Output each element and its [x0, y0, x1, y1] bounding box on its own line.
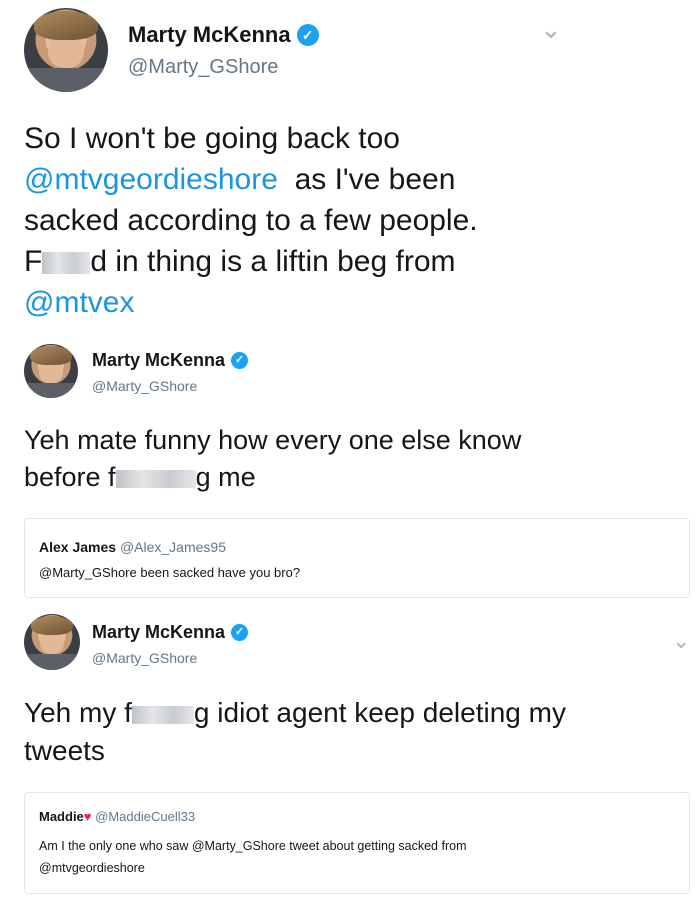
quoted-handle: @Alex_James95 — [119, 539, 226, 555]
author-name[interactable]: Marty McKenna — [92, 350, 225, 371]
tweet-line-part: Yeh my f — [24, 697, 132, 728]
censored-word — [131, 705, 194, 724]
quoted-line: @mtvgeordieshore — [39, 861, 145, 875]
chevron-down-icon[interactable]: ⌄ — [540, 14, 562, 45]
tweet-1: Marty McKenna ✓ @Marty_GShore ⌄ So I won… — [0, 0, 700, 340]
quoted-text: Am I the only one who saw @Marty_GShore … — [39, 835, 466, 879]
verified-icon: ✓ — [231, 624, 249, 641]
tweet-line: Yeh my f g idiot agent keep deleting my — [24, 694, 566, 732]
author-handle[interactable]: @Marty_GShore — [92, 378, 197, 394]
tweet-3: Marty McKenna ✓ @Marty_GShore ⌄ Yeh my f… — [0, 610, 700, 790]
heart-icon: ♥ — [83, 809, 92, 824]
tweet-2: Marty McKenna ✓ @Marty_GShore Yeh mate f… — [0, 336, 700, 516]
author-handle[interactable]: @Marty_GShore — [92, 650, 197, 666]
censored-word — [42, 252, 91, 275]
tweet-line-rest: as I've been — [294, 163, 456, 196]
tweet-line-part: before f — [24, 462, 116, 492]
tweet-text: Yeh my f g idiot agent keep deleting my t… — [24, 694, 566, 770]
quoted-handle: @MaddieCuell33 — [95, 809, 196, 824]
quoted-tweet[interactable]: Maddie♥ @MaddieCuell33 Am I the only one… — [24, 792, 690, 894]
avatar[interactable] — [24, 614, 80, 670]
quoted-author: Alex James @Alex_James95 — [39, 539, 226, 555]
verified-icon: ✓ — [296, 24, 319, 46]
author-name[interactable]: Marty McKenna — [128, 22, 291, 48]
quoted-line: Am I the only one who saw @Marty_GShore … — [39, 839, 467, 853]
tweet-line: Yeh mate funny how every one else know — [24, 425, 522, 455]
avatar[interactable] — [24, 344, 78, 398]
tweet-text: So I won't be going back too @mtvgeordie… — [24, 118, 478, 323]
tweet-line: before f g me — [24, 459, 521, 496]
censored-word — [115, 469, 196, 488]
quoted-tweet[interactable]: Alex James @Alex_James95 @Marty_GShore b… — [24, 518, 690, 598]
tweet-line: @mtvex — [24, 282, 478, 323]
tweet-line-part: g me — [195, 462, 256, 492]
avatar[interactable] — [24, 8, 108, 92]
author-name[interactable]: Marty McKenna — [92, 622, 225, 643]
mention-link[interactable]: @mtvex — [24, 286, 134, 319]
tweet-line: tweets — [24, 735, 105, 766]
tweet-line-part: d in thing is a liftin beg from — [90, 245, 456, 278]
tweet-line: sacked according to a few people. — [24, 204, 478, 237]
tweet-line: Fd in thing is a liftin beg from — [24, 241, 478, 282]
tweet-line-part: g idiot agent keep deleting my — [193, 697, 566, 728]
tweet-text: Yeh mate funny how every one else know b… — [24, 422, 521, 496]
tweet-line: So I won't be going back too — [24, 122, 400, 155]
chevron-down-icon[interactable]: ⌄ — [672, 628, 690, 654]
tweet-line-part: F — [24, 245, 43, 278]
quoted-name: Alex James — [39, 539, 117, 555]
author-handle[interactable]: @Marty_GShore — [128, 56, 278, 79]
mention-link[interactable]: @mtvgeordieshore — [24, 163, 278, 196]
verified-icon: ✓ — [231, 352, 249, 369]
quoted-text: @Marty_GShore been sacked have you bro? — [39, 565, 301, 580]
tweet-line: @mtvgeordieshore as I've been — [24, 159, 478, 200]
quoted-author: Maddie♥ @MaddieCuell33 — [39, 809, 195, 824]
quoted-name: Maddie — [39, 809, 84, 824]
